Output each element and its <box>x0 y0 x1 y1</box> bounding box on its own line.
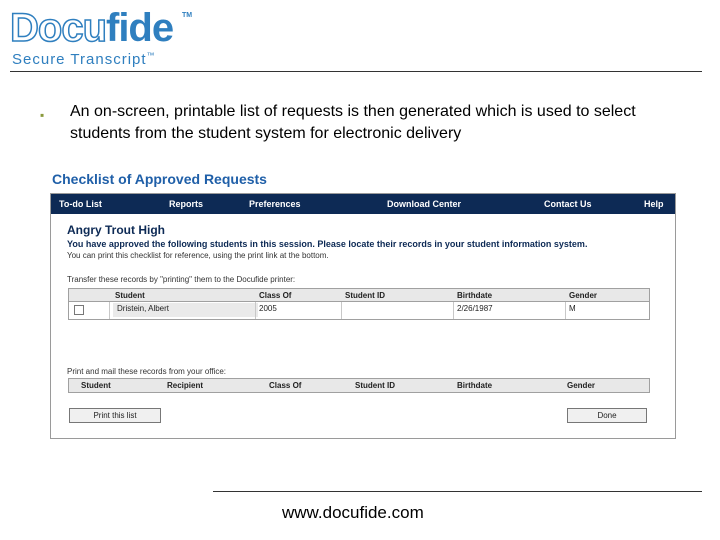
cell-student: Dristein, Albert <box>117 304 170 313</box>
transfer-table-header: Student Class Of Student ID Birthdate Ge… <box>69 289 649 302</box>
cell-divider <box>255 302 256 319</box>
logo-subtitle-tm: ™ <box>146 51 156 60</box>
nav-item-contact-us[interactable]: Contact Us <box>544 199 592 209</box>
logo-subtitle: Secure Transcript™ <box>12 51 156 68</box>
nav-item-reports[interactable]: Reports <box>169 199 203 209</box>
logo-subtitle-text: Secure Transcript <box>12 51 147 68</box>
col-birthdate: Birthdate <box>457 381 493 390</box>
approved-submessage: You can print this checklist for referen… <box>67 251 329 260</box>
col-student: Student <box>81 381 111 390</box>
cell-birthdate: 2/26/1987 <box>457 304 493 313</box>
col-recipient: Recipient <box>167 381 204 390</box>
cell-class-of: 2005 <box>259 304 277 313</box>
logo-part-fide: fide <box>106 6 174 50</box>
bullet-marker: ▪ <box>40 108 45 122</box>
col-gender: Gender <box>569 291 598 300</box>
col-student-id: Student ID <box>345 291 385 300</box>
row-checkbox[interactable] <box>74 305 84 315</box>
transfer-instructions: Transfer these records by "printing" the… <box>67 275 296 284</box>
print-mail-table-header: Student Recipient Class Of Student ID Bi… <box>68 378 650 393</box>
nav-item-todo-list[interactable]: To-do List <box>59 199 102 209</box>
cell-divider <box>453 302 454 319</box>
footer-url[interactable]: www.docufide.com <box>282 503 424 523</box>
docufide-logo: Docufide TM Secure Transcript™ <box>9 6 210 68</box>
nav-item-download-center[interactable]: Download Center <box>387 199 461 209</box>
print-list-button[interactable]: Print this list <box>69 408 161 423</box>
nav-item-preferences[interactable]: Preferences <box>249 199 301 209</box>
done-button[interactable]: Done <box>567 408 647 423</box>
school-name: Angry Trout High <box>67 223 165 237</box>
cell-divider <box>341 302 342 319</box>
col-student: Student <box>115 291 145 300</box>
col-birthdate: Birthdate <box>457 291 493 300</box>
col-class-of: Class Of <box>269 381 302 390</box>
nav-item-help[interactable]: Help <box>644 199 664 209</box>
col-student-id: Student ID <box>355 381 395 390</box>
col-gender: Gender <box>567 381 596 390</box>
cell-gender: M <box>569 304 576 313</box>
logo-tm: TM <box>182 12 193 19</box>
table-row[interactable]: Dristein, Albert 2005 2/26/1987 M <box>69 302 649 319</box>
print-mail-instructions: Print and mail these records from your o… <box>67 367 227 376</box>
cell-divider <box>109 302 110 319</box>
nav-bar: To-do List Reports Preferences Download … <box>51 194 675 214</box>
checklist-title: Checklist of Approved Requests <box>52 171 267 187</box>
approved-message: You have approved the following students… <box>67 239 588 249</box>
col-class-of: Class Of <box>259 291 292 300</box>
top-divider <box>10 71 702 72</box>
transfer-table: Student Class Of Student ID Birthdate Ge… <box>68 288 650 320</box>
cell-divider <box>565 302 566 319</box>
logo-wordmark: Docufide <box>9 6 174 50</box>
app-screenshot: To-do List Reports Preferences Download … <box>50 193 676 439</box>
logo-part-docu: Docu <box>9 6 108 50</box>
bullet-text: An on-screen, printable list of requests… <box>70 103 636 142</box>
bottom-divider <box>213 491 702 492</box>
